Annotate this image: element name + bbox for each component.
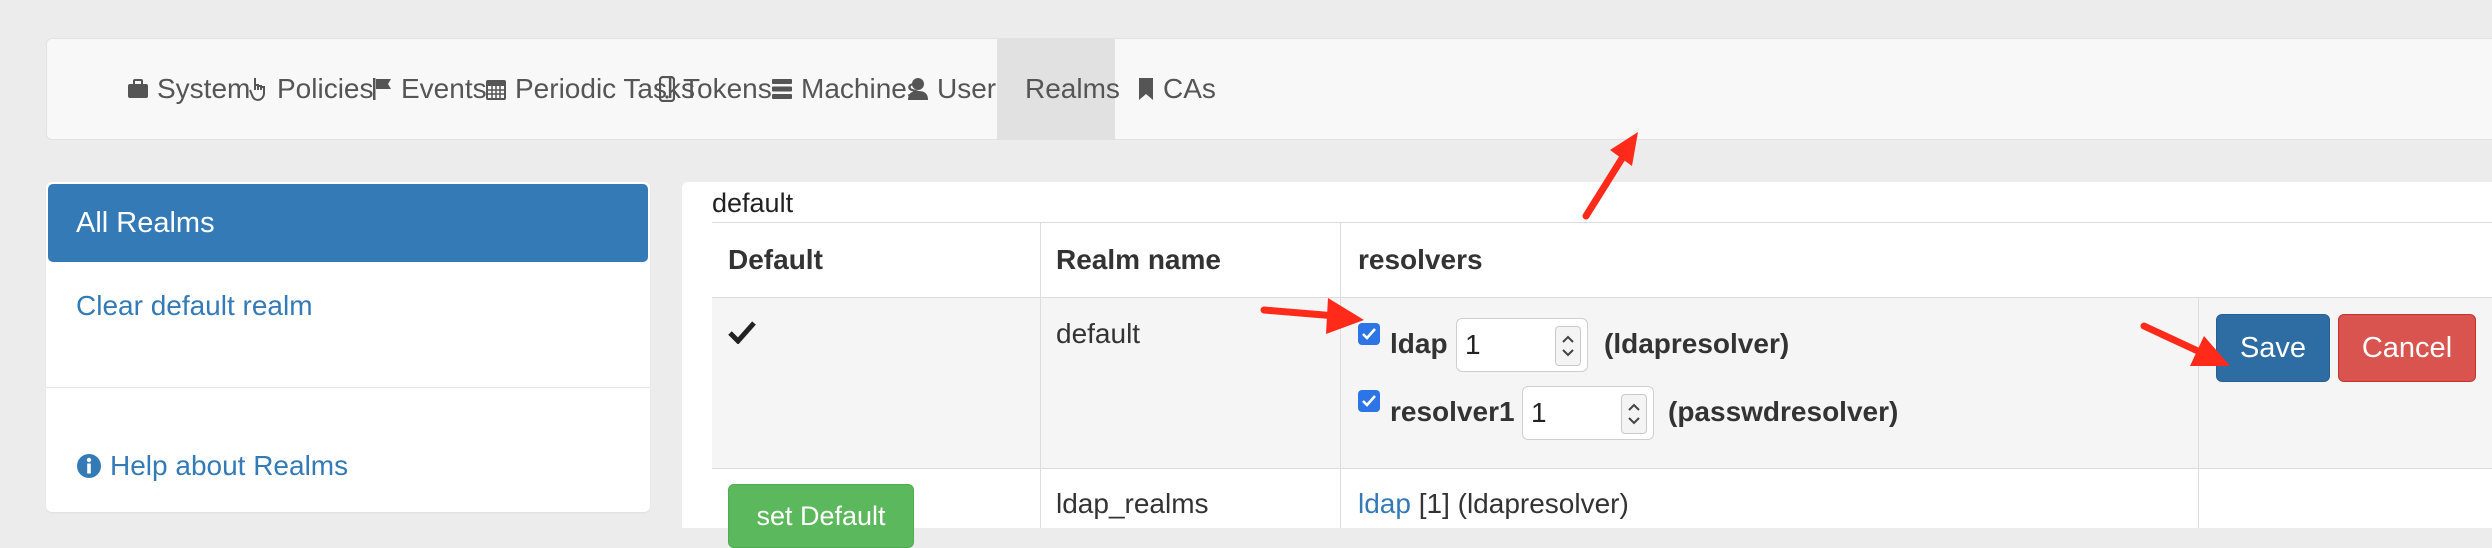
nav-events[interactable]: Events [371, 39, 487, 139]
nav-cas-label: CAs [1163, 73, 1216, 104]
phone-icon [659, 76, 675, 102]
resolver-name: resolver1 [1390, 396, 1515, 427]
help-realms-link[interactable]: Help about Realms [76, 450, 348, 482]
sidebar-divider [46, 387, 650, 388]
resolver-checkbox[interactable] [1358, 390, 1380, 412]
nav-events-label: Events [401, 73, 487, 104]
nav-users[interactable]: Users [907, 39, 1010, 139]
set-default-button[interactable]: set Default [728, 484, 914, 548]
sidebar: All Realms Clear default realm Help abou… [46, 182, 650, 512]
priority-stepper[interactable]: 1 [1522, 386, 1654, 440]
nav-tokens[interactable]: Tokens [659, 39, 772, 139]
priority-value: 1 [1531, 397, 1547, 428]
nav-policies-label: Policies [277, 73, 374, 104]
checkbox-check-icon [1362, 395, 1376, 407]
priority-value: 1 [1465, 329, 1481, 360]
annotation-arrow-checkbox [1260, 298, 1364, 334]
help-realms-label: Help about Realms [110, 450, 349, 481]
header-resolvers: resolvers [1358, 244, 1483, 275]
briefcase-icon [128, 79, 148, 98]
col-divider [1040, 298, 1041, 528]
resolver-type: (passwdresolver) [1668, 396, 1899, 427]
sidebar-item-all-realms[interactable]: All Realms [48, 184, 648, 262]
resolver-name: ldap [1390, 328, 1448, 359]
stepper-chevrons-icon [1628, 403, 1640, 425]
nav-realms[interactable]: Realms [997, 39, 1120, 139]
stepper-arrows[interactable] [1621, 394, 1647, 434]
row-divider [712, 297, 2492, 298]
flag-icon [373, 78, 391, 100]
stepper-arrows[interactable] [1555, 326, 1581, 366]
realm-name-cell: default [1056, 318, 1141, 349]
user-icon [908, 78, 928, 100]
header-default: Default [728, 244, 823, 275]
resolver-summary-text: [1] (ldapresolver) [1418, 488, 1629, 519]
priority-stepper[interactable]: 1 [1456, 318, 1588, 372]
realm-name-cell: ldap_realms [1056, 488, 1209, 519]
resolver-link[interactable]: ldap [1358, 488, 1411, 519]
header-realm-name: Realm name [1056, 244, 1221, 275]
nav-policies[interactable]: Policies [249, 39, 373, 139]
nav-tokens-label: Tokens [683, 73, 772, 104]
clear-default-realm-link[interactable]: Clear default realm [76, 290, 313, 322]
bookmark-icon [1139, 78, 1153, 100]
nav-machines-label: Machines [801, 73, 921, 104]
cancel-button[interactable]: Cancel [2338, 314, 2476, 382]
server-icon [772, 79, 792, 99]
resolver-type: (ldapresolver) [1604, 328, 1790, 359]
row-divider [712, 468, 2492, 469]
stepper-chevrons-icon [1562, 335, 1574, 357]
annotation-arrow-realms [1582, 132, 1638, 220]
hand-pointer-icon [249, 78, 265, 102]
nav-machines[interactable]: Machines [771, 39, 921, 139]
nav-cas[interactable]: CAs [1137, 39, 1216, 139]
nav-realms-label: Realms [1025, 73, 1120, 104]
info-circle-icon [77, 454, 101, 478]
annotation-arrow-save [2140, 322, 2230, 366]
nav-system-label: System [157, 73, 251, 104]
resolver-summary: ldap [1] (ldapresolver) [1358, 488, 1629, 520]
calendar-icon [486, 80, 506, 100]
nav-system[interactable]: System [127, 39, 250, 139]
panel-title: default [712, 188, 794, 218]
default-checkmark-icon [728, 321, 756, 344]
top-navbar: System Policies Events Periodic Tasks To… [46, 38, 2492, 140]
